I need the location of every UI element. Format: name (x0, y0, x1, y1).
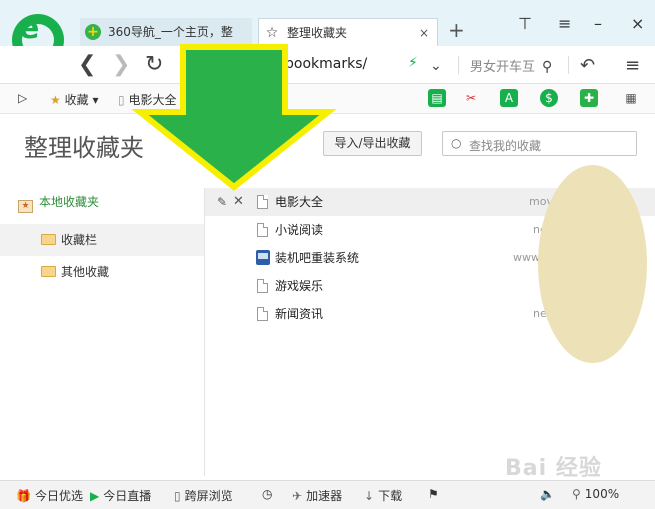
undo-icon[interactable]: ↶ (580, 54, 595, 78)
delete-icon[interactable]: ✕ (233, 188, 244, 216)
title-bar: e + 360导航_一个主页，整 ☆ 整理收藏夹 × + ⊤ ≡ – × (0, 0, 655, 66)
skin-icon[interactable]: ⊤ (518, 14, 532, 33)
folder-icon (41, 234, 56, 245)
status-label: 今日优选 (34, 489, 83, 503)
search-icon: ○ (451, 136, 462, 150)
tab-title: 360导航_一个主页，整 (108, 25, 233, 39)
favorites-label: 收藏 (64, 93, 89, 107)
lightning-icon[interactable]: ⚡ (408, 55, 418, 71)
rocket-icon: ✈ (292, 489, 303, 503)
minimize-button[interactable]: – (594, 14, 602, 33)
chevron-down-icon: ▾ (92, 93, 99, 107)
browser-logo-letter: e (19, 11, 40, 46)
privacy-blur-overlay (538, 165, 647, 363)
app-icon (256, 250, 270, 265)
folder-other[interactable]: 其他收藏 (0, 256, 204, 288)
shield-icon[interactable]: $ (540, 89, 558, 107)
bookmark-name: 小说阅读 (275, 223, 324, 237)
zoom-icon: ⚲ (572, 487, 581, 501)
favorites-menu[interactable]: ★ 收藏 ▾ (50, 91, 98, 108)
document-icon (257, 279, 268, 293)
star-icon: ★ (50, 93, 61, 107)
new-tab-button[interactable]: + (448, 18, 465, 42)
plus-globe-icon: + (85, 24, 101, 40)
document-icon (257, 307, 268, 321)
status-bar: 🎁 今日优选 ▶ 今日直播 ▯ 跨屏浏览 ◷ ✈ 加速器 ↓ 下载 ⚑ 🔈 ⚲ 100% (0, 480, 655, 509)
document-icon (257, 195, 268, 209)
today-live-button[interactable]: ▶ 今日直播 (90, 487, 151, 504)
bookmark-name: 电影大全 (275, 195, 324, 209)
menu-lines-icon[interactable]: ≡ (558, 14, 571, 33)
status-label: 加速器 (306, 489, 343, 503)
local-favorites-label: 本地收藏夹 (39, 195, 100, 209)
apps-grid-icon[interactable]: ▦ (622, 89, 640, 107)
game-controller-icon[interactable]: ✚ (580, 89, 598, 107)
flag-icon[interactable]: ⚑ (428, 487, 439, 501)
zoom-label: 100% (584, 487, 620, 501)
tab-title: 整理收藏夹 (287, 26, 348, 40)
expand-icon[interactable]: ▷ (18, 91, 27, 105)
chevron-down-icon[interactable]: ⌄ (430, 54, 442, 78)
scissors-icon[interactable]: ✂ (462, 89, 480, 107)
baidu-watermark: Bai 经验 (505, 456, 602, 481)
folder-icon (41, 266, 56, 277)
status-label: 跨屏浏览 (184, 489, 233, 503)
volume-icon[interactable]: 🔈 (540, 487, 555, 501)
bookmark-url: www (513, 251, 540, 264)
download-icon: ↓ (364, 489, 375, 503)
download-button[interactable]: ↓ 下载 (364, 487, 402, 504)
folder-sidebar: ★ 本地收藏夹 收藏栏 其他收藏 (0, 188, 204, 476)
clock-icon[interactable]: ◷ (262, 487, 272, 501)
bookmark-name: 装机吧重装系统 (275, 251, 360, 265)
phone-icon: ▯ (174, 489, 181, 503)
today-pick-button[interactable]: 🎁 今日优选 (16, 487, 83, 504)
search-suggestion[interactable]: 男女开车互 (470, 56, 535, 75)
local-favorites[interactable]: ★ 本地收藏夹 (18, 193, 99, 213)
search-icon[interactable]: ⚲ (542, 55, 552, 79)
close-window-button[interactable]: × (631, 14, 644, 33)
folder-favorites-bar[interactable]: 收藏栏 (0, 224, 204, 256)
forward-button[interactable]: ❯ (112, 53, 130, 77)
page-title: 整理收藏夹 (24, 134, 144, 162)
folder-label: 收藏栏 (61, 233, 98, 247)
status-label: 下载 (378, 489, 403, 503)
folder-label: 其他收藏 (61, 265, 110, 279)
reader-icon[interactable]: ▤ (428, 89, 446, 107)
tab-close-icon[interactable]: × (419, 19, 429, 46)
bookmark-name: 游戏娱乐 (275, 279, 324, 293)
annotation-arrow-icon (131, 44, 337, 191)
translate-icon[interactable]: A (500, 89, 518, 107)
divider (458, 56, 459, 74)
cross-screen-button[interactable]: ▯ 跨屏浏览 (174, 487, 233, 504)
play-icon: ▶ (90, 489, 100, 503)
document-icon: ▯ (118, 93, 125, 107)
star-folder-icon: ★ (18, 200, 33, 213)
bookmark-name: 新闻资讯 (275, 307, 324, 321)
star-icon: ☆ (265, 25, 279, 41)
search-placeholder: 查找我的收藏 (469, 139, 542, 153)
status-label: 今日直播 (103, 489, 152, 503)
bookmark-search-input[interactable]: ○ 查找我的收藏 (442, 131, 637, 156)
gift-icon: 🎁 (16, 489, 31, 503)
document-icon (257, 223, 268, 237)
divider (568, 56, 569, 74)
menu-icon[interactable]: ≡ (625, 54, 640, 78)
edit-pencil-icon[interactable]: ✎ (217, 188, 227, 216)
back-button[interactable]: ❮ (78, 53, 96, 77)
zoom-control[interactable]: ⚲ 100% (572, 487, 619, 501)
accelerator-button[interactable]: ✈ 加速器 (292, 487, 342, 504)
